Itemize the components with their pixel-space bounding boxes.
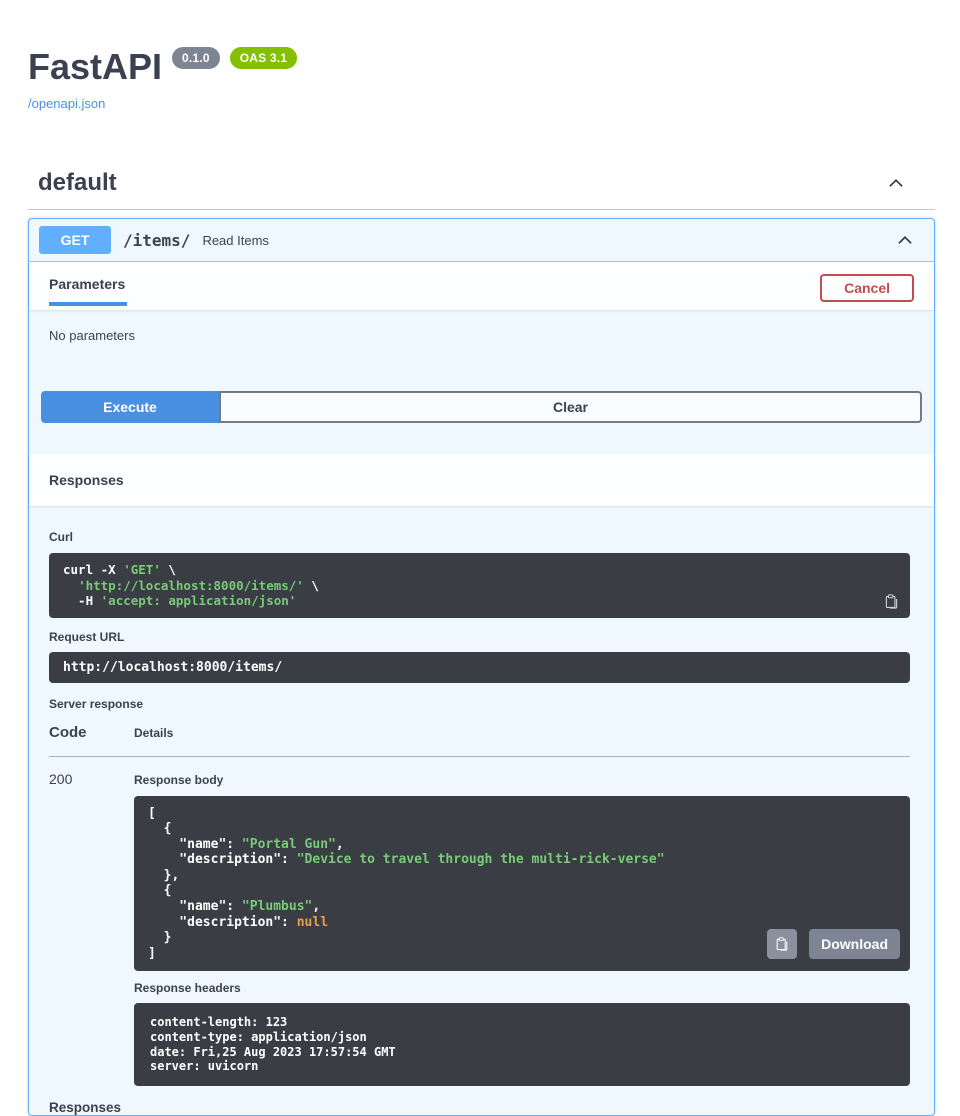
openapi-spec-link[interactable]: /openapi.json [28, 96, 105, 111]
responses-section-header: Responses [29, 454, 934, 506]
responses-section-title: Responses [49, 472, 124, 488]
status-code: 200 [49, 771, 134, 1086]
details-column-header: Details [134, 726, 910, 740]
request-url-value: http://localhost:8000/items/ [63, 660, 896, 675]
chevron-up-icon[interactable] [885, 172, 907, 194]
operation-summary-text: Read Items [202, 233, 268, 248]
no-parameters-text: No parameters [29, 310, 934, 343]
get-method-badge: GET [39, 226, 111, 254]
copy-to-clipboard-button[interactable] [767, 929, 797, 959]
json-line: "description": "Device to travel through… [148, 852, 896, 868]
curl-line: -H 'accept: application/json' [63, 593, 896, 609]
tab-parameters-label: Parameters [49, 276, 125, 292]
response-headers-label: Response headers [134, 971, 910, 1003]
response-body-block: [ { "name": "Portal Gun", "description":… [134, 796, 910, 972]
json-line: { [148, 821, 896, 837]
chevron-up-icon[interactable] [894, 229, 916, 251]
operation-body: No parameters Execute Clear Responses Cu… [29, 310, 934, 1115]
response-headers-block: content-length: 123 content-type: applic… [134, 1003, 910, 1085]
json-line: }, [148, 868, 896, 884]
code-column-header: Code [49, 724, 134, 741]
download-button[interactable]: Download [809, 929, 900, 959]
response-body-label: Response body [134, 771, 910, 796]
spacer [29, 423, 934, 454]
api-title: FastAPI [28, 50, 162, 84]
response-details: Response body [ { "name": "Portal Gun", … [134, 771, 910, 1086]
response-body-actions: Download [767, 929, 900, 959]
header-line: date: Fri,25 Aug 2023 17:57:54 GMT [150, 1045, 894, 1060]
json-line: "name": "Portal Gun", [148, 837, 896, 853]
parameters-header: Parameters Cancel [29, 262, 934, 310]
server-response-table: Code Details 200 Response body [ { "n [49, 711, 910, 1086]
cancel-button[interactable]: Cancel [820, 274, 914, 302]
json-line: "name": "Plumbus", [148, 899, 896, 915]
copy-to-clipboard-icon[interactable] [883, 593, 900, 610]
tag-title: default [38, 169, 117, 197]
execute-button[interactable]: Execute [41, 391, 219, 423]
opblock-get-items: GET /items/ Read Items Parameters Cancel… [28, 218, 935, 1116]
responses-inner: Curl curl -X 'GET' \ 'http://localhost:8… [29, 506, 934, 1115]
server-response-label: Server response [49, 683, 910, 711]
json-line: "description": null [148, 915, 896, 931]
oas-badge: OAS 3.1 [230, 47, 297, 69]
documented-responses-label: Responses [49, 1086, 910, 1115]
version-badge: 0.1.0 [172, 47, 220, 69]
execute-button-group: Execute Clear [41, 391, 922, 423]
tag-header-default[interactable]: default [28, 169, 935, 210]
curl-line: curl -X 'GET' \ [63, 562, 896, 578]
request-url-label: Request URL [49, 618, 910, 652]
response-row-200: 200 Response body [ { "name": "Portal Gu… [49, 757, 910, 1086]
json-line: { [148, 883, 896, 899]
curl-line: 'http://localhost:8000/items/' \ [63, 578, 896, 594]
clear-button[interactable]: Clear [219, 391, 922, 423]
tab-parameters[interactable]: Parameters [49, 272, 127, 306]
header-line: content-type: application/json [150, 1030, 894, 1045]
json-line: [ [148, 806, 896, 822]
swagger-ui-page: FastAPI 0.1.0 OAS 3.1 /openapi.json defa… [0, 0, 960, 1116]
header-line: content-length: 123 [150, 1015, 894, 1030]
operation-summary-row[interactable]: GET /items/ Read Items [29, 219, 934, 262]
title-row: FastAPI 0.1.0 OAS 3.1 [28, 50, 935, 84]
curl-command-block: curl -X 'GET' \ 'http://localhost:8000/i… [49, 553, 910, 618]
tag-section-default: default GET /items/ Read Items Parameter… [28, 169, 935, 1116]
api-info: FastAPI 0.1.0 OAS 3.1 /openapi.json [28, 50, 935, 113]
request-url-block: http://localhost:8000/items/ [49, 652, 910, 683]
operation-path: /items/ [123, 231, 190, 250]
header-line: server: uvicorn [150, 1059, 894, 1074]
curl-label: Curl [49, 506, 910, 553]
response-table-head: Code Details [49, 711, 910, 757]
